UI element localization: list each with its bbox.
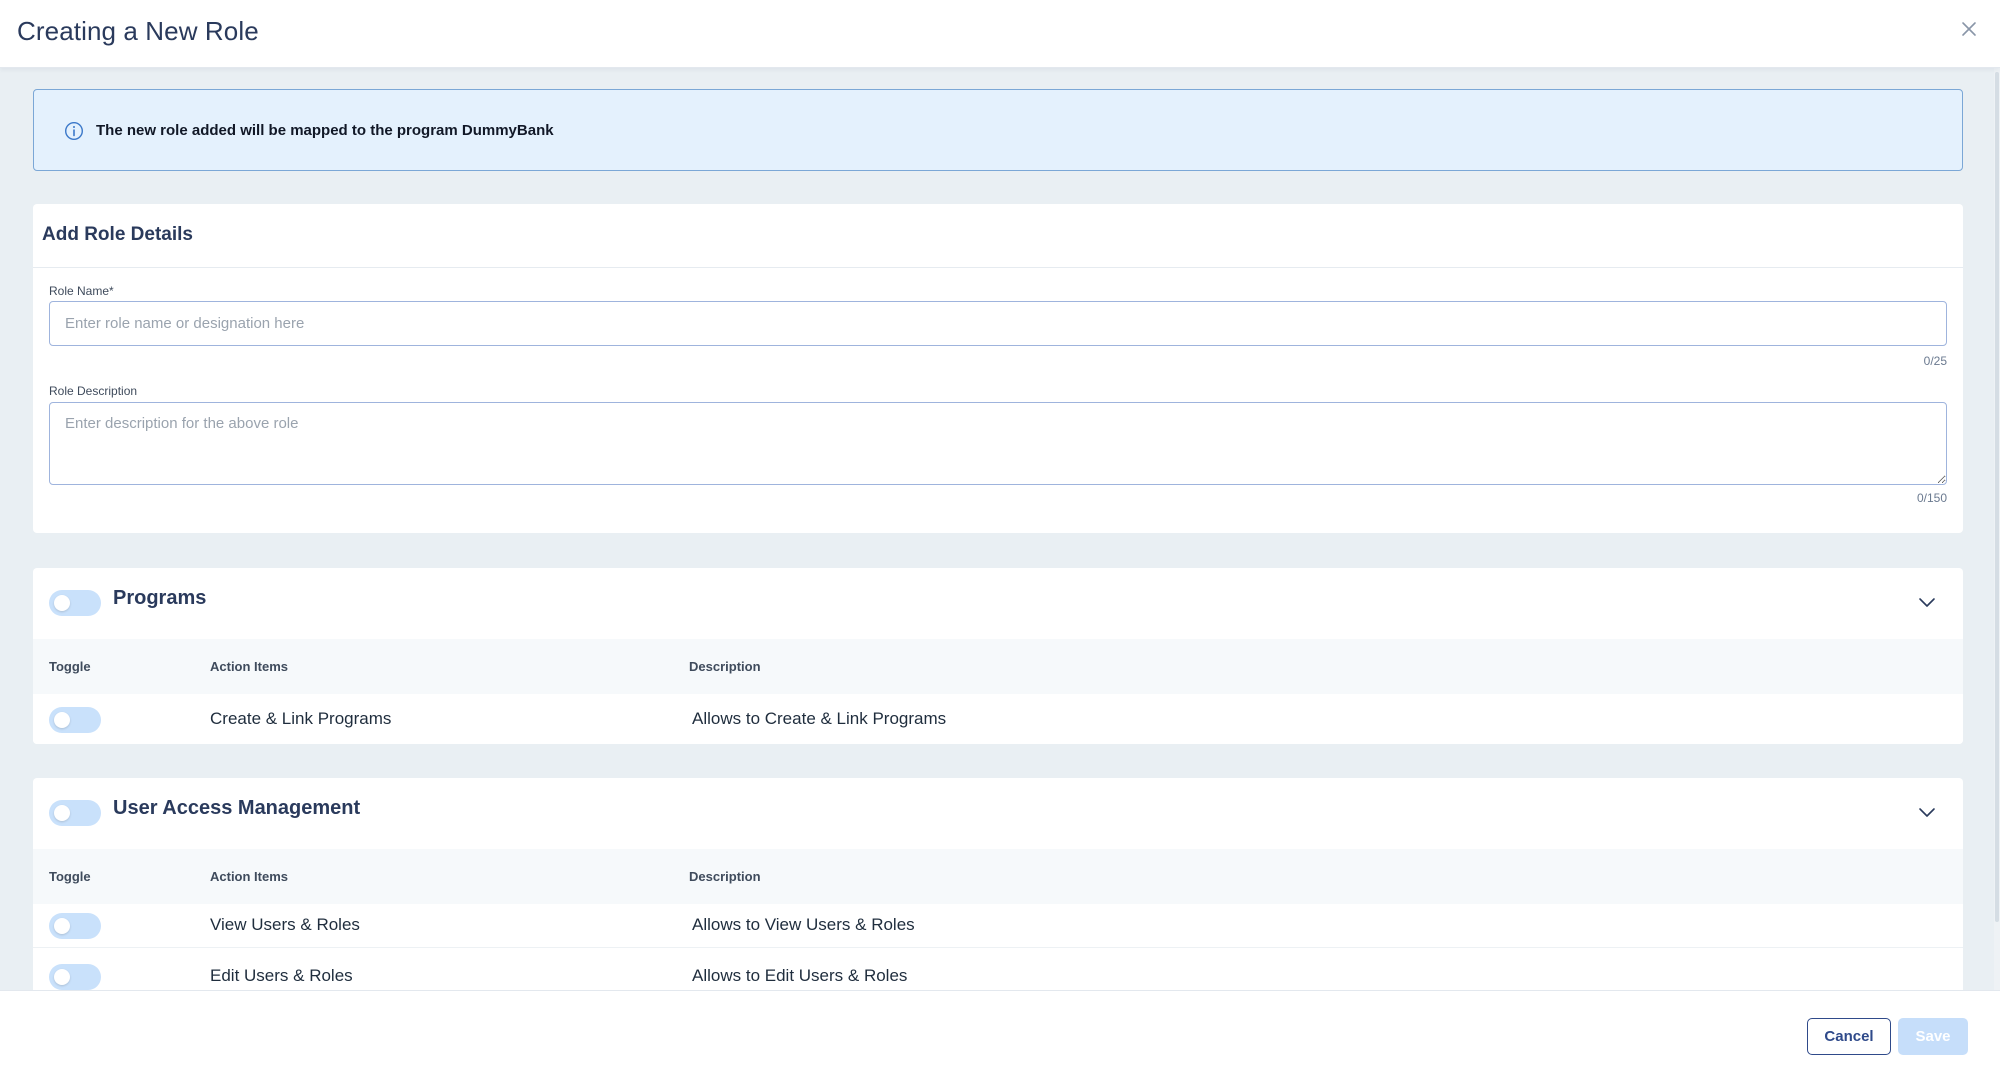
role-description-counter: 0/150 — [1916, 491, 1947, 505]
info-icon — [64, 121, 84, 141]
edit-users-roles-toggle[interactable] — [49, 964, 101, 990]
create-link-programs-toggle[interactable] — [49, 707, 101, 733]
action-item: Edit Users & Roles — [210, 966, 353, 985]
create-role-modal: Creating a New Role The new role added w… — [0, 0, 2000, 1078]
view-users-roles-toggle[interactable] — [49, 913, 101, 939]
table-row: Edit Users & Roles Allows to Edit Users … — [33, 949, 1963, 990]
column-header-action-items: Action Items — [210, 659, 289, 674]
table-header: Toggle Action Items Description — [33, 849, 1963, 904]
modal-title: Creating a New Role — [17, 16, 259, 46]
role-name-label: Role Name* — [49, 284, 114, 298]
action-description: Allows to Create & Link Programs — [692, 709, 947, 728]
cancel-button[interactable]: Cancel — [1807, 1018, 1891, 1055]
role-details-title: Add Role Details — [42, 224, 193, 245]
role-name-input[interactable] — [49, 301, 1947, 346]
column-header-description: Description — [689, 659, 761, 674]
programs-section-header[interactable]: Programs — [33, 568, 1963, 639]
save-button[interactable]: Save — [1898, 1018, 1968, 1055]
divider — [33, 267, 1963, 268]
section-title: Programs — [113, 587, 207, 609]
user-access-management-section: User Access Management Toggle Action Ite… — [33, 778, 1963, 990]
role-description-textarea[interactable] — [49, 402, 1947, 485]
section-title: User Access Management — [113, 797, 361, 819]
scrollbar-thumb[interactable] — [1995, 72, 1999, 922]
column-header-description: Description — [689, 869, 761, 884]
action-item: View Users & Roles — [210, 915, 360, 934]
user-access-management-section-header[interactable]: User Access Management — [33, 778, 1963, 849]
modal-footer: Cancel Save — [0, 990, 2000, 1078]
column-header-action-items: Action Items — [210, 869, 289, 884]
table-header: Toggle Action Items Description — [33, 639, 1963, 694]
info-banner: The new role added will be mapped to the… — [33, 89, 1963, 171]
chevron-down-icon[interactable] — [1917, 802, 1937, 822]
role-name-counter: 0/25 — [1923, 354, 1947, 368]
programs-section: Programs Toggle Action Items Description… — [33, 568, 1963, 744]
role-details-card: Add Role Details Role Name* 0/25 Role De… — [33, 204, 1963, 533]
table-row: Create & Link Programs Allows to Create … — [33, 694, 1963, 744]
chevron-down-icon[interactable] — [1917, 592, 1937, 612]
action-description: Allows to Edit Users & Roles — [692, 966, 908, 985]
column-header-toggle: Toggle — [49, 869, 91, 884]
user-access-management-section-toggle[interactable] — [49, 800, 101, 826]
action-description: Allows to View Users & Roles — [692, 915, 915, 934]
close-icon[interactable] — [1958, 18, 1980, 40]
role-description-label: Role Description — [49, 384, 138, 398]
programs-section-toggle[interactable] — [49, 590, 101, 616]
action-item: Create & Link Programs — [210, 709, 392, 728]
modal-header: Creating a New Role — [0, 0, 2000, 68]
table-row: View Users & Roles Allows to View Users … — [33, 904, 1963, 948]
info-banner-text: The new role added will be mapped to the… — [96, 122, 554, 139]
column-header-toggle: Toggle — [49, 659, 91, 674]
modal-body[interactable]: The new role added will be mapped to the… — [0, 68, 2000, 990]
